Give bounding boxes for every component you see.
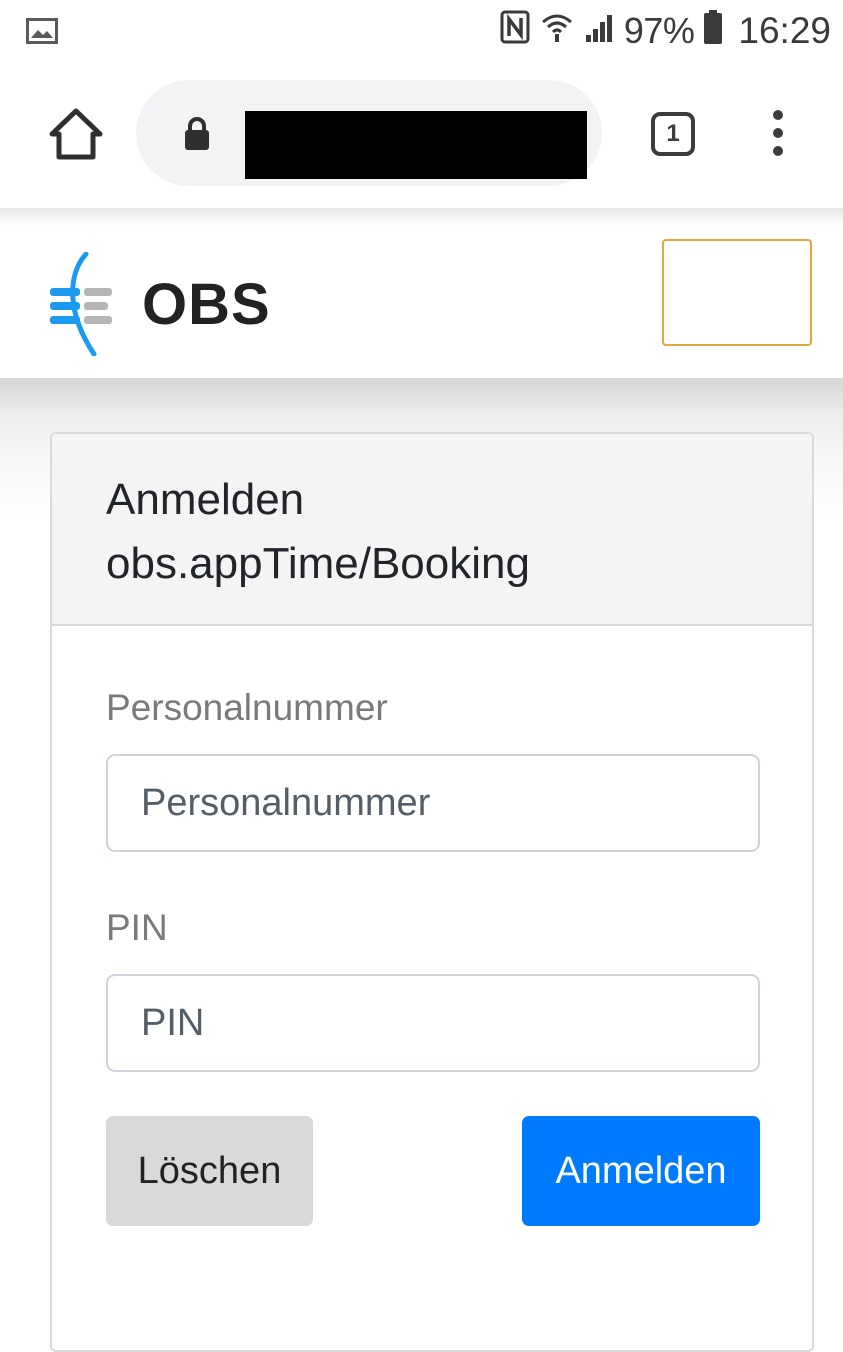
overflow-menu-icon[interactable] [770,110,786,170]
card-title-line2: obs.appTime/Booking [106,539,530,588]
personnel-number-input[interactable] [106,754,760,852]
image-notification-icon [26,18,58,49]
pin-label: PIN [106,907,168,948]
signal-icon [584,10,614,52]
tab-switcher-icon[interactable]: 1 [651,112,695,156]
status-bar: 97% 16:29 [0,0,843,62]
button-row: Löschen Anmelden [106,1116,760,1226]
clock: 16:29 [738,10,831,51]
toolbar-shadow [0,208,843,226]
clear-button[interactable]: Löschen [106,1116,313,1226]
battery-icon [704,9,723,53]
nav-toggle-button[interactable] [662,239,812,346]
card-header: Anmelden obs.appTime/Booking [52,434,812,626]
logo-text: OBS [142,271,271,337]
site-header: OBS [0,226,843,378]
nfc-icon [500,10,530,53]
login-button[interactable]: Anmelden [522,1116,760,1226]
status-icons: 97% 16:29 [500,8,831,54]
browser-toolbar: 1 [0,62,843,208]
card-title-line1: Anmelden [106,475,305,524]
address-bar[interactable] [136,80,602,186]
url-text-redacted[interactable] [245,111,587,179]
card-body: Personalnummer PIN Löschen Anmelden [52,686,812,1226]
obs-logo-mark [50,252,112,356]
personnel-number-label: Personalnummer [106,687,388,728]
battery-percent: 97% [623,10,695,51]
home-icon[interactable] [48,106,104,162]
wifi-icon [540,10,574,53]
tab-count: 1 [666,120,680,147]
pin-input[interactable] [106,974,760,1072]
login-card: Anmelden obs.appTime/Booking Personalnum… [50,432,814,1352]
obs-logo[interactable]: OBS [48,252,271,356]
lock-icon [182,116,212,157]
